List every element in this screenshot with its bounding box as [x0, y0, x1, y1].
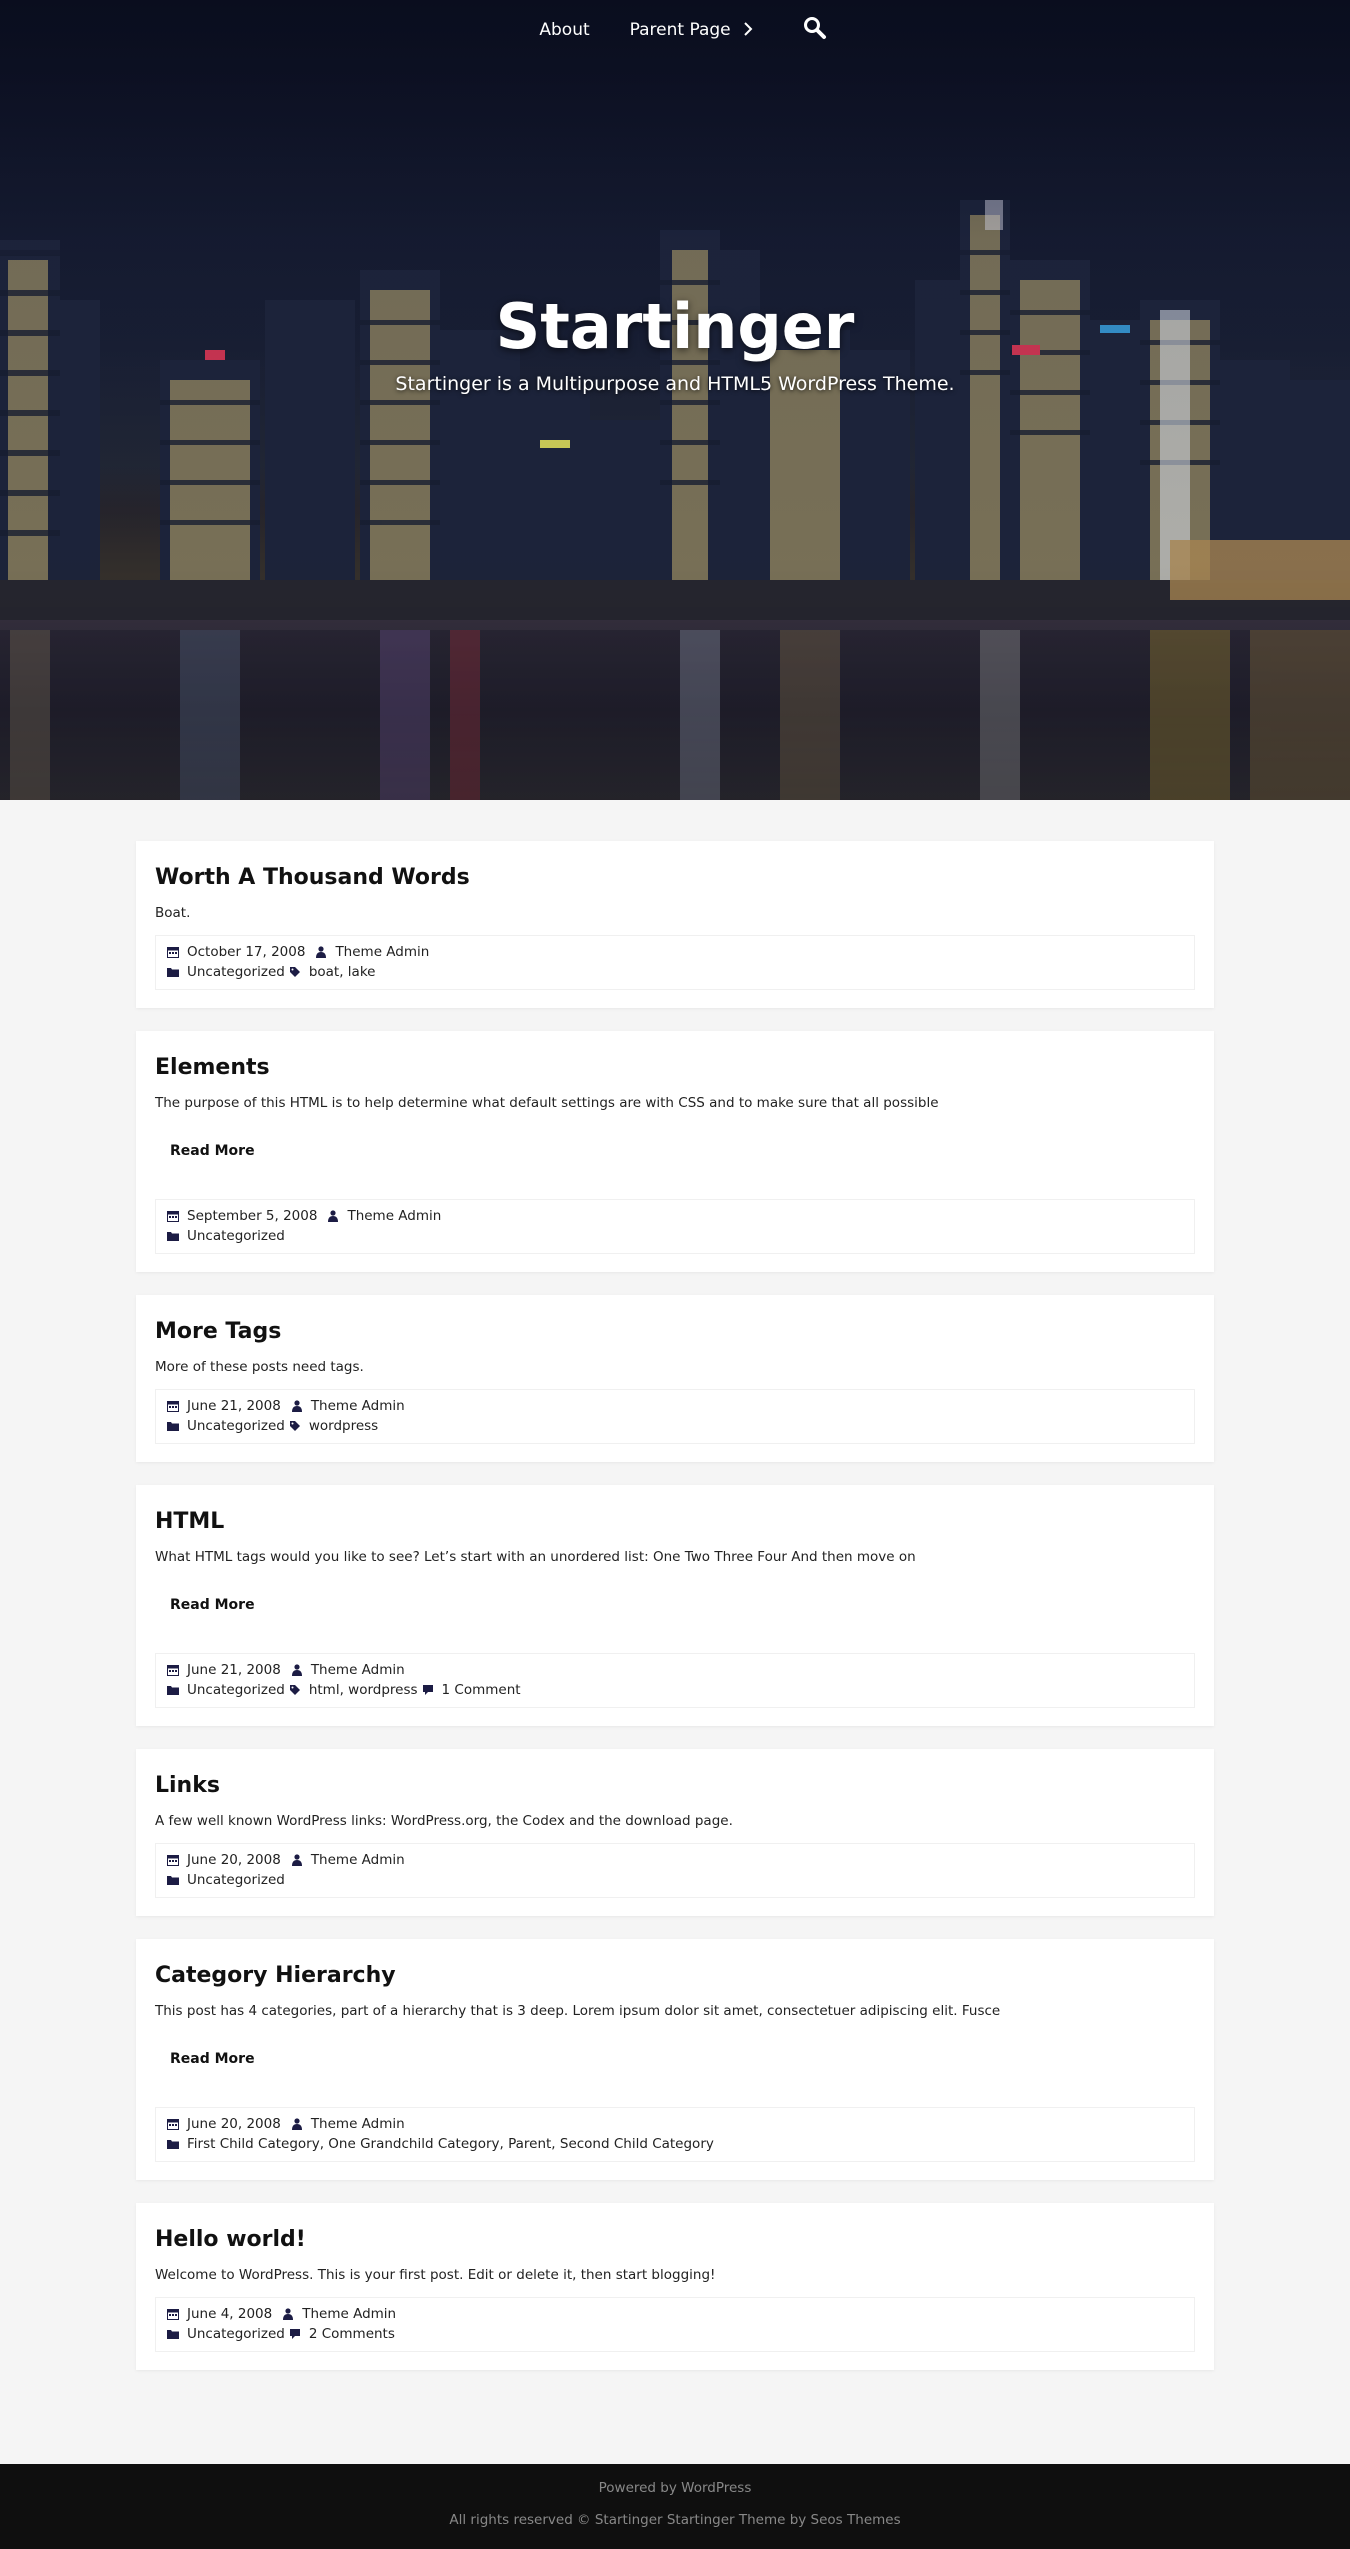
folder-icon	[167, 2138, 179, 2150]
user-icon	[291, 1854, 303, 1866]
nav-item-parent-page[interactable]: Parent Page	[610, 20, 773, 40]
site-footer: Powered by WordPress All rights reserved…	[0, 2464, 1350, 2549]
post-card: Links A few well known WordPress links: …	[136, 1749, 1214, 1916]
post-categories[interactable]: First Child Category, One Grandchild Cat…	[187, 2134, 714, 2154]
calendar-icon	[167, 1400, 179, 1412]
comment-icon	[422, 1684, 434, 1696]
post-excerpt: Boat.	[155, 905, 191, 921]
post-excerpt: The purpose of this HTML is to help dete…	[155, 1095, 939, 1111]
post-excerpt: This post has 4 categories, part of a hi…	[155, 2003, 1001, 2019]
folder-icon	[167, 966, 179, 978]
post-meta: June 20, 2008 Theme Admin First Child Ca…	[155, 2107, 1195, 2162]
post-title[interactable]: HTML	[155, 1507, 1195, 1537]
tag-icon	[289, 966, 301, 978]
post-meta: June 4, 2008 Theme Admin Uncategorized 2…	[155, 2297, 1195, 2352]
post-categories[interactable]: Uncategorized	[187, 1226, 285, 1246]
post-author[interactable]: Theme Admin	[335, 942, 429, 962]
user-icon	[327, 1210, 339, 1222]
post-categories[interactable]: Uncategorized	[187, 962, 285, 982]
post-author[interactable]: Theme Admin	[302, 2304, 396, 2324]
calendar-icon	[167, 1854, 179, 1866]
post-tags[interactable]: wordpress	[309, 1416, 378, 1436]
nav-item-label: About	[539, 20, 590, 40]
nav-item-about[interactable]: About	[519, 20, 609, 40]
post-date[interactable]: October 17, 2008	[187, 942, 305, 962]
post-title[interactable]: More Tags	[155, 1317, 1195, 1347]
copyright-text: All rights reserved © Startinger Startin…	[449, 2512, 901, 2528]
post-meta: June 21, 2008 Theme Admin Uncategorized …	[155, 1653, 1195, 1708]
folder-icon	[167, 1874, 179, 1886]
post-tags[interactable]: html, wordpress	[309, 1680, 418, 1700]
post-card: Worth A Thousand Words Boat. October 17,…	[136, 841, 1214, 1008]
hero-header: About Parent Page Startinger Startinger …	[0, 0, 1350, 800]
comment-icon	[289, 2328, 301, 2340]
post-author[interactable]: Theme Admin	[347, 1206, 441, 1226]
tag-icon	[289, 1420, 301, 1432]
post-comments[interactable]: 2 Comments	[309, 2324, 395, 2344]
post-date[interactable]: September 5, 2008	[187, 1206, 317, 1226]
post-categories[interactable]: Uncategorized	[187, 1870, 285, 1890]
site-description: Startinger is a Multipurpose and HTML5 W…	[395, 373, 955, 395]
post-date[interactable]: June 20, 2008	[187, 1850, 281, 1870]
post-author[interactable]: Theme Admin	[311, 2114, 405, 2134]
post-excerpt: More of these posts need tags.	[155, 1359, 364, 1375]
main-navigation: About Parent Page	[0, 0, 1350, 60]
calendar-icon	[167, 1664, 179, 1676]
post-date[interactable]: June 21, 2008	[187, 1660, 281, 1680]
user-icon	[291, 1664, 303, 1676]
post-categories[interactable]: Uncategorized	[187, 1416, 285, 1436]
calendar-icon	[167, 2118, 179, 2130]
post-author[interactable]: Theme Admin	[311, 1396, 405, 1416]
post-date[interactable]: June 20, 2008	[187, 2114, 281, 2134]
post-date[interactable]: June 4, 2008	[187, 2304, 272, 2324]
tag-icon	[289, 1684, 301, 1696]
post-list: Worth A Thousand Words Boat. October 17,…	[136, 841, 1214, 2393]
post-meta: September 5, 2008 Theme Admin Uncategori…	[155, 1199, 1195, 1254]
read-more-link[interactable]: Read More	[170, 1597, 255, 1613]
post-excerpt: A few well known WordPress links: WordPr…	[155, 1813, 733, 1829]
post-title[interactable]: Category Hierarchy	[155, 1961, 1195, 1991]
search-icon[interactable]	[803, 16, 831, 44]
post-card: Hello world! Welcome to WordPress. This …	[136, 2203, 1214, 2370]
post-excerpt: What HTML tags would you like to see? Le…	[155, 1549, 916, 1565]
user-icon	[315, 946, 327, 958]
post-meta: June 20, 2008 Theme Admin Uncategorized	[155, 1843, 1195, 1898]
post-categories[interactable]: Uncategorized	[187, 1680, 285, 1700]
post-author[interactable]: Theme Admin	[311, 1850, 405, 1870]
folder-icon	[167, 1230, 179, 1242]
hero-overlay	[0, 0, 1350, 800]
post-author[interactable]: Theme Admin	[311, 1660, 405, 1680]
post-comments[interactable]: 1 Comment	[442, 1680, 521, 1700]
post-tags[interactable]: boat, lake	[309, 962, 376, 982]
powered-by-link[interactable]: Powered by WordPress	[0, 2480, 1350, 2496]
post-meta: October 17, 2008 Theme Admin Uncategoriz…	[155, 935, 1195, 990]
folder-icon	[167, 1420, 179, 1432]
post-meta: June 21, 2008 Theme Admin Uncategorized …	[155, 1389, 1195, 1444]
post-card: Category Hierarchy This post has 4 categ…	[136, 1939, 1214, 2180]
site-title[interactable]: Startinger	[0, 290, 1350, 363]
post-card: HTML What HTML tags would you like to se…	[136, 1485, 1214, 1726]
user-icon	[291, 1400, 303, 1412]
post-title[interactable]: Hello world!	[155, 2225, 1195, 2255]
calendar-icon	[167, 946, 179, 958]
read-more-link[interactable]: Read More	[170, 2051, 255, 2067]
post-excerpt: Welcome to WordPress. This is your first…	[155, 2267, 716, 2283]
post-title[interactable]: Links	[155, 1771, 1195, 1801]
post-date[interactable]: June 21, 2008	[187, 1396, 281, 1416]
user-icon	[291, 2118, 303, 2130]
chevron-right-icon	[743, 21, 753, 40]
post-categories[interactable]: Uncategorized	[187, 2324, 285, 2344]
post-card: More Tags More of these posts need tags.…	[136, 1295, 1214, 1462]
user-icon	[282, 2308, 294, 2320]
post-title[interactable]: Worth A Thousand Words	[155, 863, 1195, 893]
calendar-icon	[167, 2308, 179, 2320]
read-more-link[interactable]: Read More	[170, 1143, 255, 1159]
folder-icon	[167, 2328, 179, 2340]
folder-icon	[167, 1684, 179, 1696]
nav-item-label: Parent Page	[629, 20, 731, 40]
post-title[interactable]: Elements	[155, 1053, 1195, 1083]
post-card: Elements The purpose of this HTML is to …	[136, 1031, 1214, 1272]
calendar-icon	[167, 1210, 179, 1222]
